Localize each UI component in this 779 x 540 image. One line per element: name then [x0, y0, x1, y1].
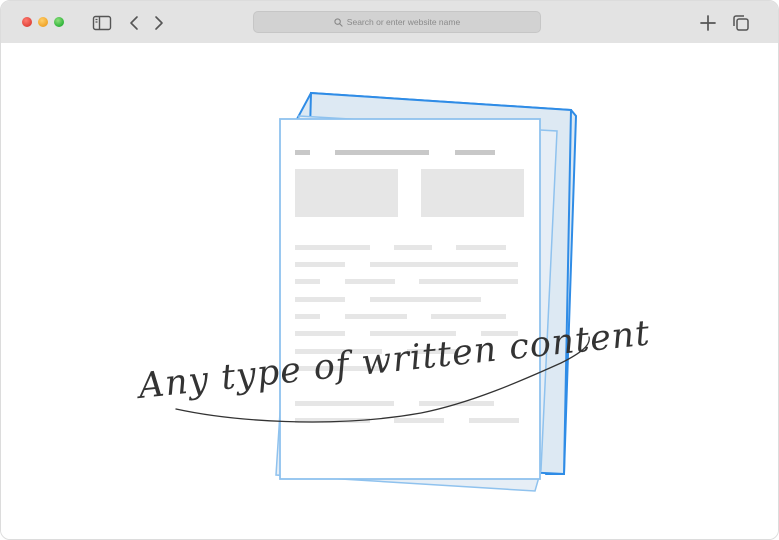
chevron-left-icon[interactable]: [124, 13, 144, 33]
address-placeholder: Search or enter website name: [346, 17, 461, 27]
close-window-button[interactable]: [22, 17, 32, 27]
sidebar-icon[interactable]: [92, 13, 112, 33]
chevron-right-icon[interactable]: [149, 13, 169, 33]
document-stack-illustration: [175, 91, 590, 492]
browser-toolbar: Search or enter website name: [1, 1, 778, 44]
zoom-window-button[interactable]: [54, 17, 64, 27]
address-bar[interactable]: Search or enter website name: [253, 11, 541, 33]
minimize-window-button[interactable]: [38, 17, 48, 27]
browser-window: Search or enter website name Any type of…: [0, 0, 779, 540]
plus-icon[interactable]: [698, 13, 718, 33]
page-content: Any type of written content: [1, 43, 778, 539]
search-icon: [334, 17, 343, 27]
tabs-overview-icon[interactable]: [731, 13, 751, 33]
front-sheet: [279, 118, 541, 480]
